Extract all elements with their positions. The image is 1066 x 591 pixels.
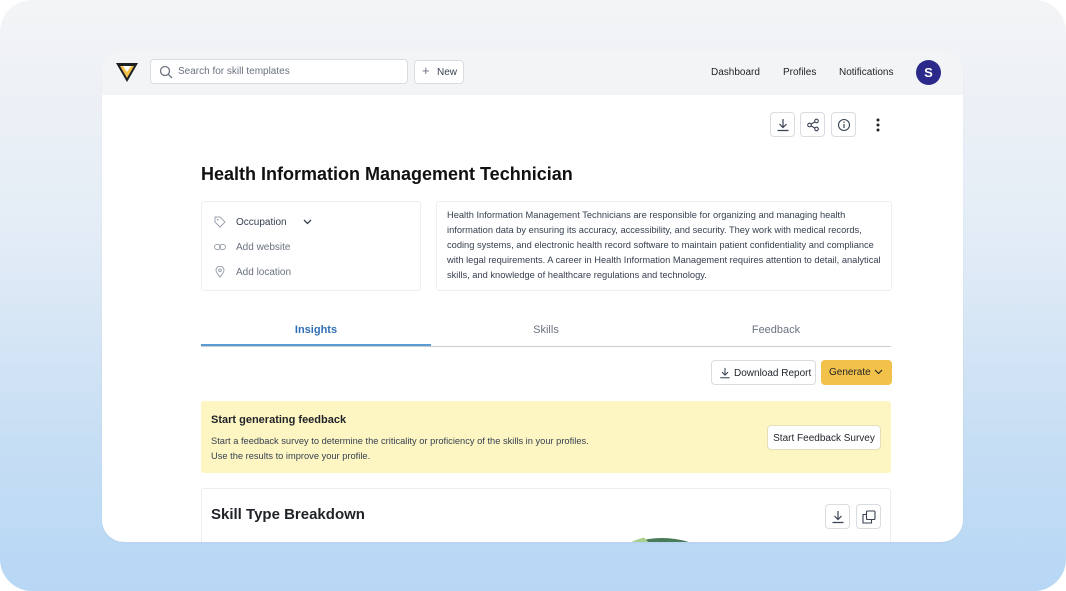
category-label: Occupation [236,217,287,228]
banner-title: Start generating feedback [211,414,347,426]
search-input[interactable]: Search for skill templates [150,59,408,84]
tab-skills[interactable]: Skills [431,324,661,336]
link-icon [214,244,226,250]
download-icon [777,119,789,132]
nav-dashboard[interactable]: Dashboard [711,67,760,78]
download-report-label: Download Report [734,368,812,379]
tab-feedback[interactable]: Feedback [661,324,891,336]
skill-type-pie-chart [631,537,689,542]
share-button[interactable] [800,112,825,137]
add-website-label: Add website [236,242,291,253]
page-title: Health Information Management Technician [201,164,573,184]
new-button-label: New [437,67,458,78]
avatar[interactable]: S [916,60,941,85]
generate-button[interactable]: Generate [821,360,892,385]
profile-meta-panel: Occupation Add website Add location [201,201,421,291]
search-placeholder: Search for skill templates [178,66,290,77]
background: Search for skill templates + New Dashboa… [0,0,1066,591]
new-button[interactable]: + New [414,60,464,84]
chevron-down-icon [874,369,883,375]
add-location-label: Add location [236,267,292,278]
more-options-icon[interactable] [872,116,884,134]
download-report-button[interactable]: Download Report [711,360,816,385]
profile-description: Health Information Management Technician… [436,201,892,291]
top-bar: Search for skill templates + New Dashboa… [102,50,963,95]
share-icon [807,118,819,132]
skill-type-breakdown-card: Skill Type Breakdown [201,488,891,542]
card-title: Skill Type Breakdown [211,506,365,523]
download-icon [832,511,844,524]
download-icon [720,367,730,379]
location-pin-icon [215,266,225,278]
start-feedback-survey-button[interactable]: Start Feedback Survey [767,425,881,450]
generate-label: Generate [829,367,871,378]
tab-bar: Insights Skills Feedback [201,318,891,347]
nav-notifications[interactable]: Notifications [839,67,893,78]
search-icon [159,65,173,79]
info-button[interactable] [831,112,856,137]
card-copy-button[interactable] [856,504,881,529]
app-window: Search for skill templates + New Dashboa… [102,50,963,542]
card-download-button[interactable] [825,504,850,529]
info-icon [837,118,851,132]
plus-icon: + [422,63,430,78]
download-button[interactable] [770,112,795,137]
feedback-banner: Start generating feedback Start a feedba… [201,401,891,473]
banner-text-line1: Start a feedback survey to determine the… [211,436,589,446]
tag-icon [214,216,226,228]
active-tab-indicator [201,344,431,346]
banner-text-line2: Use the results to improve your profile. [211,451,371,461]
tab-insights[interactable]: Insights [201,324,431,336]
chevron-down-icon [303,219,312,225]
nav-profiles[interactable]: Profiles [783,67,816,78]
copy-icon [862,510,876,524]
start-feedback-survey-label: Start Feedback Survey [773,433,875,444]
logo-icon[interactable] [115,61,139,83]
